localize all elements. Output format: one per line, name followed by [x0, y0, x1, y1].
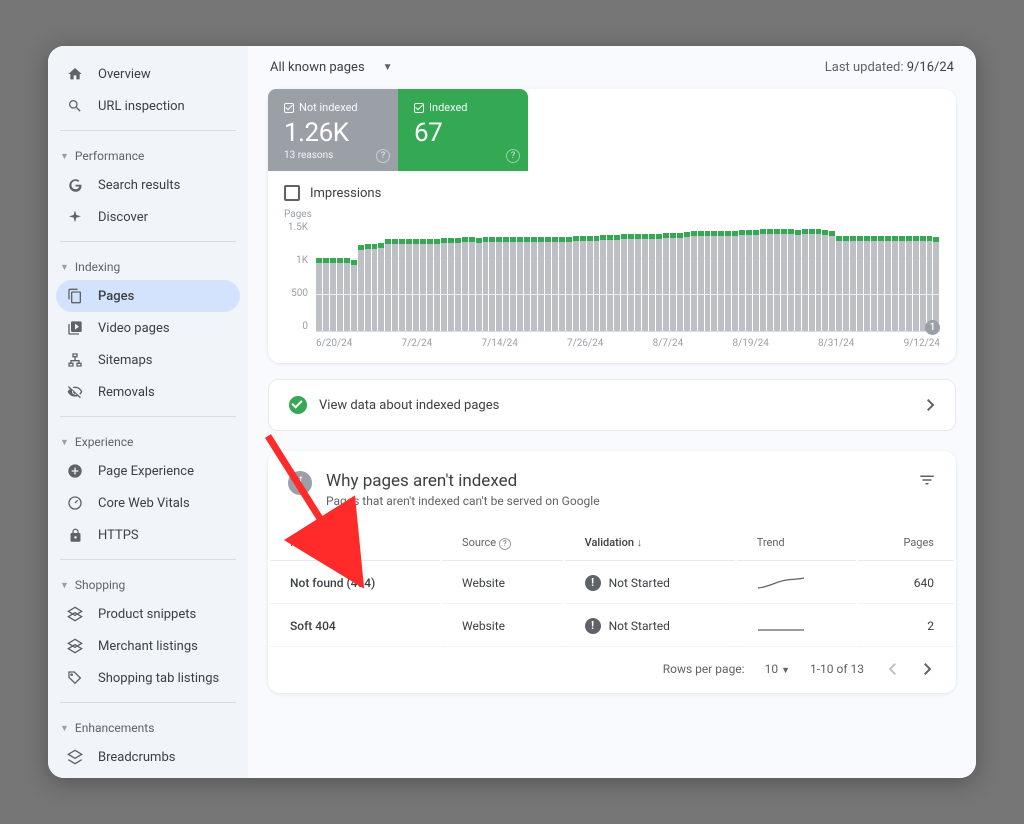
- nav-overview[interactable]: Overview: [56, 58, 240, 90]
- main-content: All known pages ▼ Last updated: 9/16/24 …: [248, 46, 976, 778]
- section-experience[interactable]: ▼Experience: [56, 425, 240, 455]
- why-not-indexed-card: i Why pages aren't indexed Pages that ar…: [268, 451, 956, 693]
- divider: [60, 130, 236, 131]
- col-validation[interactable]: Validation ↓: [565, 526, 735, 561]
- nav-https[interactable]: HTTPS: [56, 519, 240, 551]
- tag-icon: [66, 669, 84, 687]
- section-indexing[interactable]: ▼Indexing: [56, 250, 240, 280]
- nav-label: URL inspection: [98, 99, 185, 114]
- section-subtitle: Pages that aren't indexed can't be serve…: [326, 494, 600, 508]
- layers-icon: [66, 605, 84, 623]
- help-icon[interactable]: ?: [376, 149, 390, 163]
- plus-circle-icon: [66, 462, 84, 480]
- stat-indexed[interactable]: Indexed 67 ?: [398, 89, 528, 171]
- page-range: 1-10 of 13: [810, 662, 864, 676]
- prev-page-button[interactable]: [884, 659, 900, 679]
- section-performance[interactable]: ▼Performance: [56, 139, 240, 169]
- chevron-down-icon: ▼: [781, 666, 790, 676]
- info-icon: i: [288, 471, 312, 495]
- search-icon: [66, 97, 84, 115]
- pages-chart: Pages 1.5K 1K 500 0 6/20/24 7/2/24 7/14/…: [268, 209, 956, 363]
- arrow-down-icon: ↓: [637, 536, 643, 549]
- google-icon: [66, 176, 84, 194]
- chevron-down-icon: ▼: [60, 580, 69, 591]
- divider: [60, 559, 236, 560]
- chevron-down-icon: ▼: [60, 437, 69, 448]
- chart-xaxis: 6/20/24 7/2/24 7/14/24 7/26/24 8/7/24 8/…: [316, 338, 940, 349]
- col-pages[interactable]: Pages: [858, 526, 954, 561]
- gauge-icon: [66, 494, 84, 512]
- layers-icon: [66, 748, 84, 766]
- layers-icon: [66, 637, 84, 655]
- visibility-off-icon: [66, 383, 84, 401]
- checkbox-checked-icon: [414, 103, 424, 113]
- help-icon[interactable]: ?: [506, 149, 520, 163]
- nav-pages[interactable]: Pages: [56, 280, 240, 312]
- checkbox-checked-icon: [284, 103, 294, 113]
- filter-icon[interactable]: [918, 471, 936, 489]
- help-icon[interactable]: ?: [499, 538, 511, 550]
- col-source[interactable]: Source ?: [442, 526, 563, 561]
- nav-sitelinks-searchbox[interactable]: Sitelinks searchbox: [56, 773, 240, 778]
- table-pagination: Rows per page: 10 ▼ 1-10 of 13: [268, 649, 956, 683]
- video-icon: [66, 319, 84, 337]
- section-title: Why pages aren't indexed: [326, 471, 600, 491]
- indexing-card: Not indexed 1.26K 13 reasons ? Indexed 6…: [268, 89, 956, 363]
- nav-shopping-tab[interactable]: Shopping tab listings: [56, 662, 240, 694]
- nav-url-inspection[interactable]: URL inspection: [56, 90, 240, 122]
- sidebar: Overview URL inspection ▼Performance Sea…: [48, 46, 248, 778]
- stat-not-indexed[interactable]: Not indexed 1.26K 13 reasons ?: [268, 89, 398, 171]
- lock-icon: [66, 526, 84, 544]
- col-trend[interactable]: Trend: [737, 526, 856, 561]
- col-reason[interactable]: Reason: [270, 526, 440, 561]
- nav-video-pages[interactable]: Video pages: [56, 312, 240, 344]
- impressions-toggle[interactable]: Impressions: [268, 171, 956, 209]
- nav-breadcrumbs[interactable]: Breadcrumbs: [56, 741, 240, 773]
- sitemap-icon: [66, 351, 84, 369]
- table-row[interactable]: Not found (404)Website!Not Started640: [270, 563, 954, 604]
- chevron-right-icon: [927, 399, 935, 411]
- exclamation-icon: !: [585, 575, 601, 591]
- reasons-table: Reason Source ? Validation ↓ Trend Pages…: [268, 524, 956, 649]
- chart-yaxis: 1.5K 1K 500 0: [284, 222, 308, 332]
- divider: [60, 416, 236, 417]
- page-filter-dropdown[interactable]: All known pages ▼: [270, 60, 393, 75]
- nav-search-results[interactable]: Search results: [56, 169, 240, 201]
- chart-end-badge[interactable]: 1: [925, 320, 940, 335]
- exclamation-icon: !: [585, 618, 601, 634]
- view-indexed-pages-link[interactable]: View data about indexed pages: [268, 379, 956, 431]
- section-shopping[interactable]: ▼Shopping: [56, 568, 240, 598]
- rows-per-page-select[interactable]: 10 ▼: [765, 662, 790, 676]
- nav-label: Overview: [98, 67, 151, 82]
- nav-merchant-listings[interactable]: Merchant listings: [56, 630, 240, 662]
- checkbox-icon: [284, 185, 300, 201]
- pages-icon: [66, 287, 84, 305]
- table-row[interactable]: Soft 404Website!Not Started2: [270, 606, 954, 647]
- nav-core-web-vitals[interactable]: Core Web Vitals: [56, 487, 240, 519]
- home-icon: [66, 65, 84, 83]
- chevron-down-icon: ▼: [383, 62, 393, 73]
- chevron-down-icon: ▼: [60, 262, 69, 273]
- nav-product-snippets[interactable]: Product snippets: [56, 598, 240, 630]
- divider: [60, 241, 236, 242]
- nav-page-experience[interactable]: Page Experience: [56, 455, 240, 487]
- stats-row: Not indexed 1.26K 13 reasons ? Indexed 6…: [268, 89, 956, 171]
- chevron-down-icon: ▼: [60, 151, 69, 162]
- nav-sitemaps[interactable]: Sitemaps: [56, 344, 240, 376]
- section-enhancements[interactable]: ▼Enhancements: [56, 711, 240, 741]
- chart-bars: [316, 222, 940, 332]
- nav-discover[interactable]: Discover: [56, 201, 240, 233]
- chevron-down-icon: ▼: [60, 723, 69, 734]
- topbar: All known pages ▼ Last updated: 9/16/24: [248, 46, 976, 89]
- nav-removals[interactable]: Removals: [56, 376, 240, 408]
- last-updated: Last updated: 9/16/24: [825, 60, 954, 75]
- next-page-button[interactable]: [920, 659, 936, 679]
- divider: [60, 702, 236, 703]
- check-circle-icon: [289, 396, 307, 414]
- sparkle-icon: [66, 208, 84, 226]
